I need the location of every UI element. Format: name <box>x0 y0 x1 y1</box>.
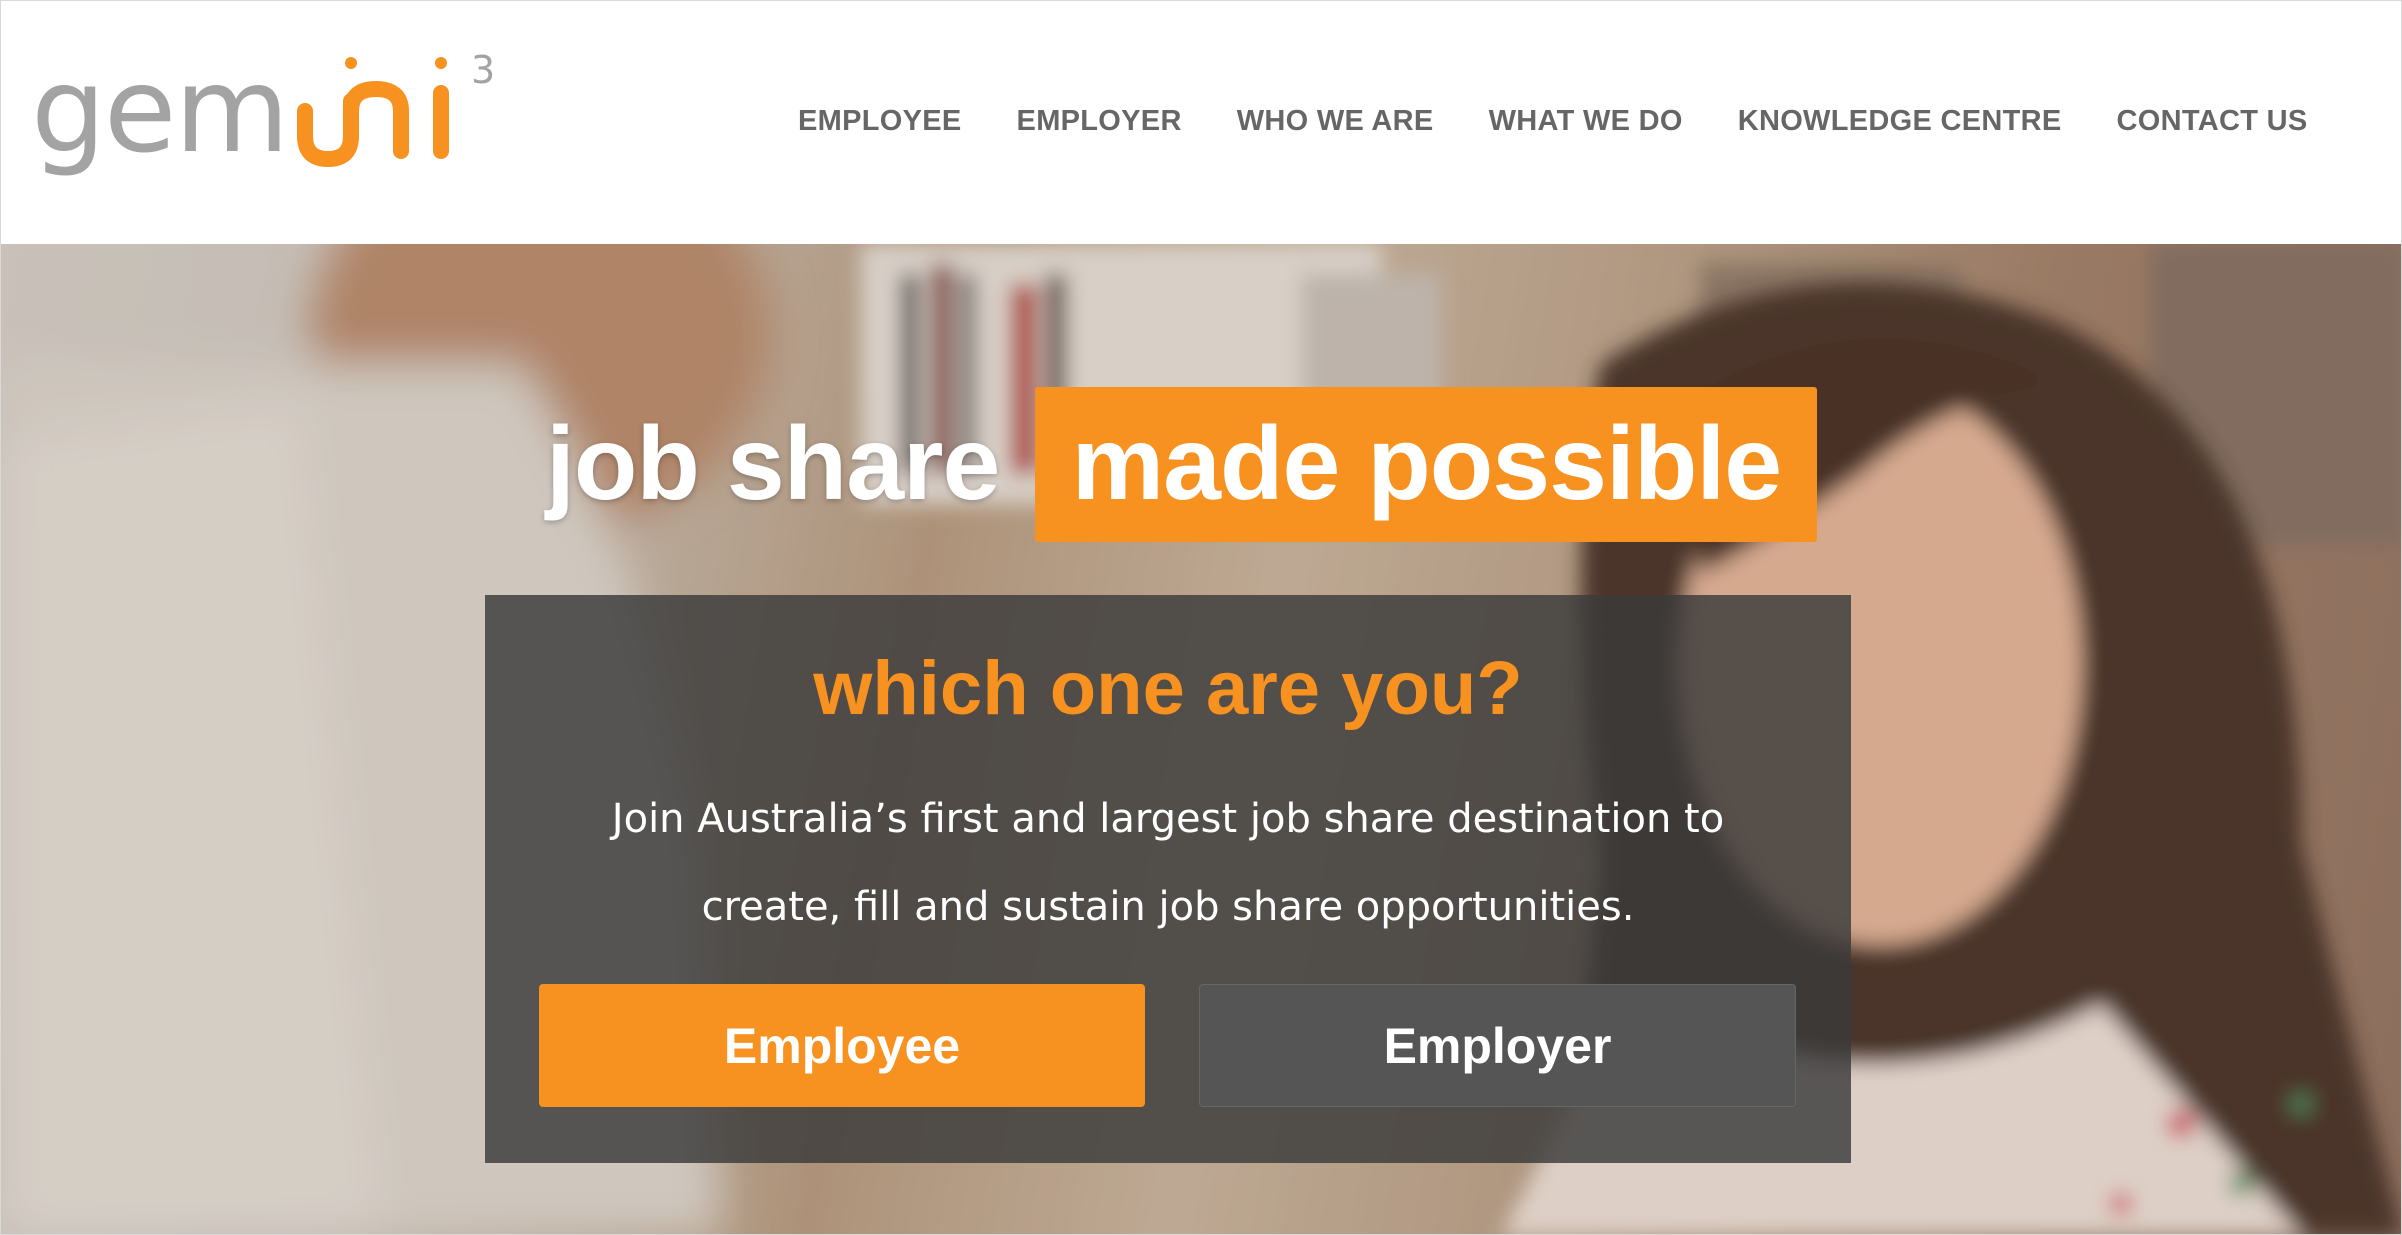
site-header: gem 3 EMPLOYEE EMPLOYER WHO WE ARE WHAT … <box>1 1 2401 244</box>
nav-item-employee[interactable]: EMPLOYEE <box>798 105 962 138</box>
nav-item-knowledge-centre[interactable]: KNOWLEDGE CENTRE <box>1738 105 2062 138</box>
gemini-logo: gem 3 <box>31 41 495 179</box>
nav-item-who-we-are[interactable]: WHO WE ARE <box>1237 105 1434 138</box>
hero-headline: job share made possible <box>546 387 1818 542</box>
employee-button[interactable]: Employee <box>539 984 1145 1107</box>
main-nav: EMPLOYEE EMPLOYER WHO WE ARE WHAT WE DO … <box>798 105 2307 138</box>
employer-button[interactable]: Employer <box>1199 984 1796 1107</box>
page: gem 3 EMPLOYEE EMPLOYER WHO WE ARE WHAT … <box>0 0 2402 1235</box>
headline-plain-text: job share <box>546 406 1000 522</box>
hero-section: job share made possible which one are yo… <box>1 244 2401 1234</box>
logo-superscript: 3 <box>471 48 495 92</box>
logo-orange-mark <box>297 57 449 168</box>
headline-highlight-box: made possible <box>1035 387 1818 542</box>
nav-item-employer[interactable]: EMPLOYER <box>1017 105 1182 138</box>
panel-description: Join Australia’s first and largest job s… <box>611 796 1725 930</box>
logo-text-gray: gem <box>31 41 287 179</box>
nav-item-contact-us[interactable]: CONTACT US <box>2117 105 2308 138</box>
nav-item-what-we-do[interactable]: WHAT WE DO <box>1489 105 1683 138</box>
headline-highlight-text: made possible <box>1071 406 1782 522</box>
panel-title: which one are you? <box>813 646 1523 731</box>
